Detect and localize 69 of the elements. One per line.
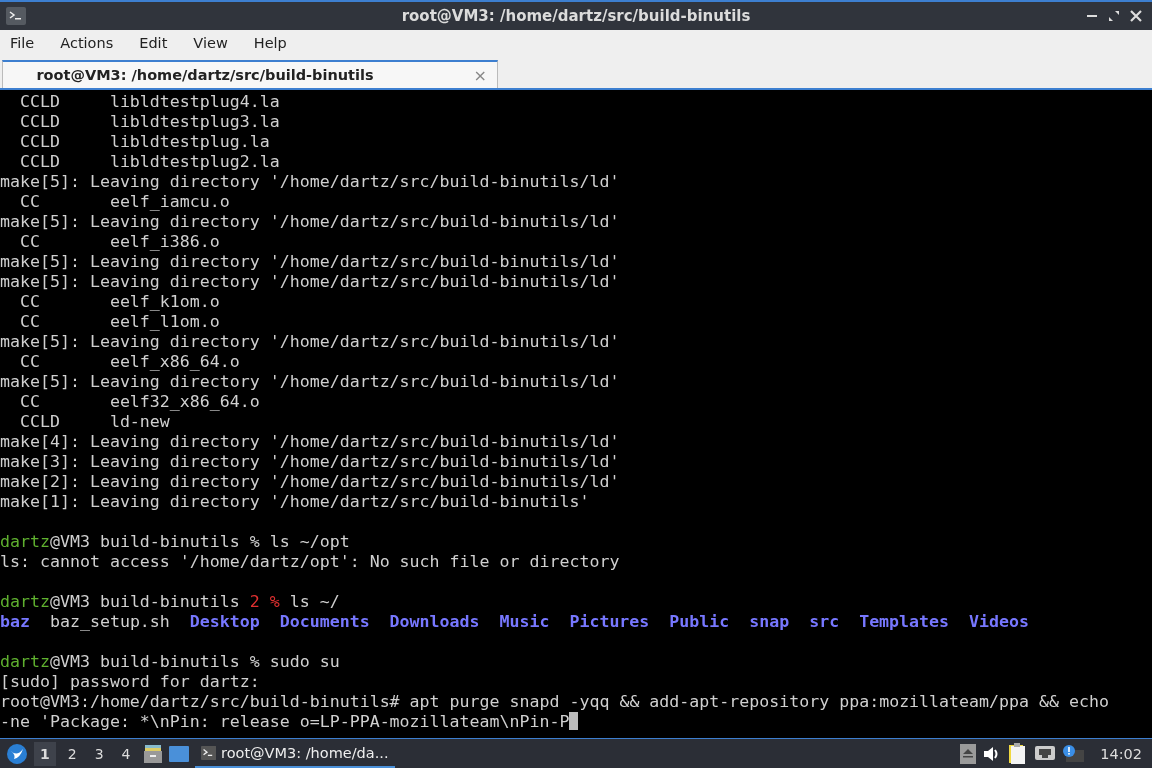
terminal-text: CC eelf_l1om.o bbox=[18, 312, 220, 331]
username-text: dartz bbox=[0, 592, 50, 611]
terminal-text: make[5]: Leaving directory '/home/dartz/src/build-binutils/ld' bbox=[0, 272, 620, 291]
menu-item[interactable]: View bbox=[193, 35, 228, 51]
window-title: root@VM3: /home/dartz/src/build-binutils bbox=[400, 7, 752, 25]
terminal-text: [sudo] password for dartz: bbox=[0, 672, 260, 691]
terminal-text: make[4]: Leaving directory '/home/dartz/src/build-binutils/ld' bbox=[0, 432, 620, 451]
clock: 14:02 bbox=[1100, 745, 1142, 762]
desktop-icon[interactable] bbox=[168, 744, 189, 763]
terminal-text: CC eelf32_x86_64.o bbox=[18, 392, 260, 411]
directory-name: Desktop bbox=[189, 612, 260, 632]
maximize-icon[interactable] bbox=[1108, 10, 1120, 22]
terminal-text: CCLD ld-new bbox=[18, 412, 170, 431]
menu-item[interactable]: Edit bbox=[139, 35, 168, 51]
terminal-text: CCLD libldtestplug2.la bbox=[18, 152, 280, 171]
taskbar-window-button[interactable]: root@VM3: /home/da... bbox=[194, 739, 395, 768]
directory-name: snap bbox=[749, 612, 790, 632]
terminal-text: root@VM3:/home/dartz/src/build-binutils# apt purge snapd -yqq && add-apt-repository ppa:mozillateam/ppa && echo bbox=[0, 692, 1109, 711]
terminal-text: make[2]: Leaving directory '/home/dartz/src/build-binutils/ld' bbox=[0, 472, 620, 491]
workspace-button[interactable]: 3 bbox=[88, 741, 110, 766]
terminal-text: CCLD libldtestplug.la bbox=[18, 132, 270, 151]
terminal-text: ls: cannot access '/home/dartz/opt': No such file or directory bbox=[0, 552, 620, 571]
terminal-text: make[5]: Leaving directory '/home/dartz/src/build-binutils/ld' bbox=[0, 212, 620, 231]
username-text: dartz bbox=[0, 652, 50, 671]
terminal-text: make[5]: Leaving directory '/home/dartz/src/build-binutils/ld' bbox=[0, 172, 620, 191]
terminal-text: baz_setup.sh bbox=[49, 612, 170, 632]
terminal-icon bbox=[200, 744, 216, 761]
directory-name: baz bbox=[0, 612, 30, 632]
directory-name: Templates bbox=[859, 612, 950, 632]
menu-item[interactable]: Actions bbox=[60, 35, 114, 51]
terminal-text: ls ~/ bbox=[288, 592, 340, 611]
tab-label: root@VM3: /home/dartz/src/build-binutils bbox=[36, 67, 374, 83]
terminal-text: @VM3 build-binutils bbox=[49, 592, 241, 611]
terminal-text: @VM3 build-binutils % ls ~/opt bbox=[49, 532, 350, 551]
terminal-text: @VM3 build-binutils % sudo su bbox=[49, 652, 340, 671]
workspace-button[interactable]: 4 bbox=[115, 741, 137, 766]
terminal-text: CC eelf_iamcu.o bbox=[18, 192, 230, 211]
terminal-text: CCLD libldtestplug3.la bbox=[18, 112, 280, 131]
terminal-text: CC eelf_x86_64.o bbox=[18, 352, 240, 371]
terminal-text: make[5]: Leaving directory '/home/dartz/src/build-binutils/ld' bbox=[0, 332, 620, 351]
network-icon[interactable] bbox=[1034, 744, 1057, 763]
file-cabinet-icon[interactable] bbox=[142, 743, 163, 764]
terminal-text: CCLD libldtestplug4.la bbox=[18, 92, 280, 111]
status-text: 2 % bbox=[249, 592, 280, 611]
directory-name: Public bbox=[669, 612, 730, 632]
terminal-text: CC eelf_k1om.o bbox=[18, 292, 220, 311]
terminal-icon bbox=[6, 7, 26, 25]
terminal-text: make[1]: Leaving directory '/home/dartz/src/build-binutils' bbox=[0, 492, 590, 511]
terminal-text: make[5]: Leaving directory '/home/dartz/src/build-binutils/ld' bbox=[0, 372, 620, 391]
workspace-button[interactable]: 2 bbox=[61, 741, 83, 766]
directory-name: Pictures bbox=[569, 612, 650, 632]
directory-name: Music bbox=[499, 612, 550, 632]
directory-name: Documents bbox=[279, 612, 370, 632]
terminal-tab[interactable]: root@VM3: /home/dartz/src/build-binutils × bbox=[2, 60, 498, 88]
terminal-text: CC eelf_i386.o bbox=[18, 232, 220, 251]
eject-icon[interactable] bbox=[960, 743, 977, 764]
start-menu-icon[interactable] bbox=[6, 742, 28, 765]
menu-item[interactable]: File bbox=[10, 35, 35, 51]
workspace-button[interactable]: 1 bbox=[34, 741, 56, 766]
menu-item[interactable]: Help bbox=[253, 35, 287, 51]
directory-name: src bbox=[809, 612, 840, 632]
terminal-text: -ne 'Package: *\nPin: release o=LP-PPA-mozillateam\nPin-P bbox=[0, 712, 570, 731]
update-notification-icon[interactable] bbox=[1062, 743, 1085, 764]
terminal-text: make[5]: Leaving directory '/home/dartz/src/build-binutils/ld' bbox=[0, 252, 620, 271]
close-icon[interactable] bbox=[1130, 10, 1142, 22]
terminal-text: make[3]: Leaving directory '/home/dartz/src/build-binutils/ld' bbox=[0, 452, 620, 471]
directory-name: Downloads bbox=[389, 612, 480, 632]
directory-name: Videos bbox=[969, 612, 1029, 632]
username-text: dartz bbox=[0, 532, 50, 551]
